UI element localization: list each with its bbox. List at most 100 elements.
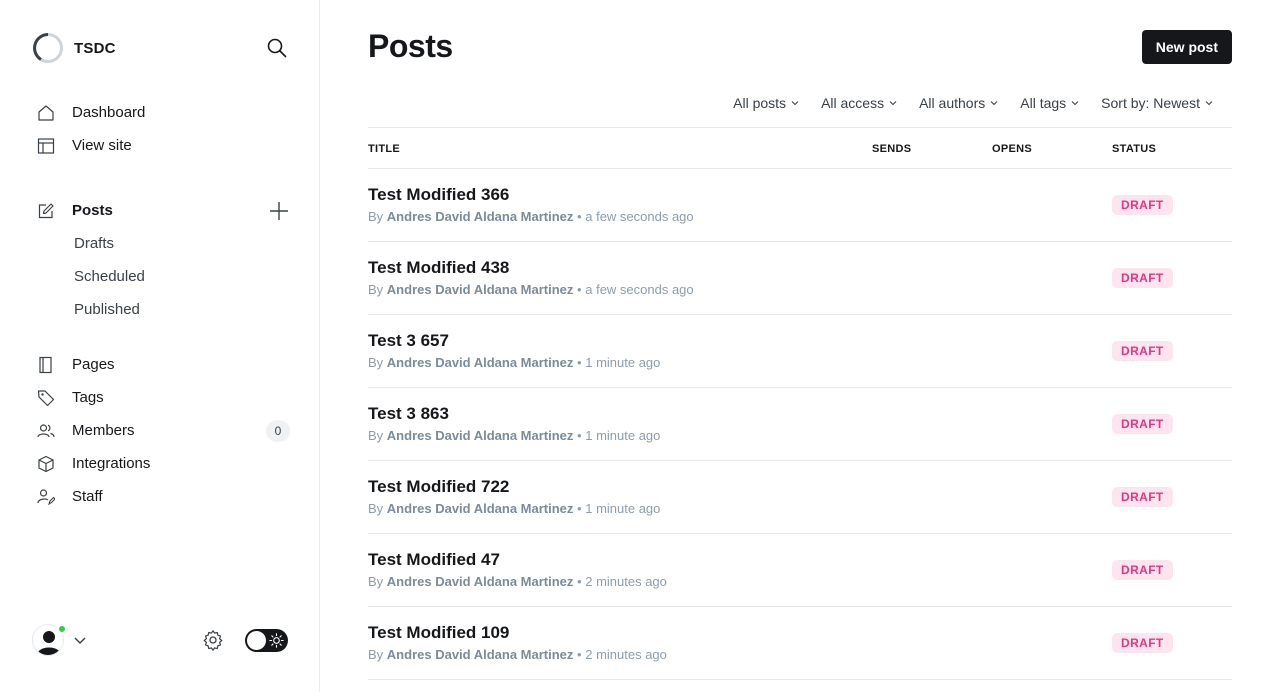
by-label: By <box>368 428 384 443</box>
post-title[interactable]: Test Modified 47 <box>368 550 500 570</box>
by-label: By <box>368 501 384 516</box>
sidebar-item-view-site[interactable]: View site <box>36 129 296 162</box>
column-header-status: STATUS <box>1112 143 1157 155</box>
new-post-button[interactable]: New post <box>1141 30 1232 64</box>
sun-icon <box>269 633 284 648</box>
table-row[interactable]: Test Modified 109 By Andres David Aldana … <box>368 607 1232 680</box>
page-title: Posts <box>368 28 453 64</box>
filter-label: All access <box>821 95 885 111</box>
post-author: Andres David Aldana Martinez <box>386 355 574 370</box>
toggle-knob <box>247 631 266 650</box>
layout-icon <box>36 136 56 156</box>
table-row[interactable]: Test Modified 47 By Andres David Aldana M… <box>368 534 1232 607</box>
sidebar-item-label: Dashboard <box>72 104 146 121</box>
post-title[interactable]: Test Modified 722 <box>368 477 509 497</box>
post-meta: By Andres David Aldana Martinez • a few … <box>368 282 694 297</box>
post-title[interactable]: Test 3 863 <box>368 404 449 424</box>
status-badge: DRAFT <box>1112 487 1173 507</box>
table-row[interactable]: Test Modified 438 By Andres David Aldana … <box>368 242 1232 315</box>
status-badge: DRAFT <box>1112 195 1173 215</box>
status-badge: DRAFT <box>1112 560 1173 580</box>
filter-authors-dropdown[interactable]: All authors <box>919 92 998 114</box>
filter-label: Sort by: Newest <box>1101 95 1200 111</box>
filter-label: All authors <box>919 95 986 111</box>
sidebar-item-staff[interactable]: Staff <box>36 480 296 513</box>
status-badge: DRAFT <box>1112 414 1173 434</box>
column-header-sends: SENDS <box>872 143 912 155</box>
members-count-badge: 0 <box>266 420 290 442</box>
post-time: a few seconds ago <box>585 282 694 297</box>
by-label: By <box>368 574 384 589</box>
table-row[interactable]: Test Modified 722 By Andres David Aldana … <box>368 461 1232 534</box>
chevron-down-icon <box>990 101 998 106</box>
post-title[interactable]: Test Modified 109 <box>368 623 509 643</box>
post-title[interactable]: Test Modified 366 <box>368 185 509 205</box>
sidebar-item-dashboard[interactable]: Dashboard <box>36 96 296 129</box>
chevron-down-icon[interactable] <box>73 633 87 647</box>
brand[interactable]: TSDC <box>32 32 116 64</box>
by-label: By <box>368 209 384 224</box>
chevron-down-icon <box>791 101 799 106</box>
post-time: 1 minute ago <box>585 355 661 370</box>
nav-top: Dashboard View site <box>36 96 296 162</box>
post-meta: By Andres David Aldana Martinez • a few … <box>368 209 694 224</box>
status-badge: DRAFT <box>1112 341 1173 361</box>
meta-separator: • <box>577 501 582 516</box>
post-title[interactable]: Test Modified 438 <box>368 258 509 278</box>
sidebar-subitem-published[interactable]: Published <box>36 293 296 326</box>
sidebar-item-pages[interactable]: Pages <box>36 348 296 381</box>
sidebar-item-tags[interactable]: Tags <box>36 381 296 414</box>
sidebar-item-members[interactable]: Members 0 <box>36 414 296 447</box>
filter-type-dropdown[interactable]: All posts <box>733 92 799 114</box>
sidebar-item-label: Staff <box>72 488 103 505</box>
sidebar: TSDC Dashboard View site Posts Drafts Sc… <box>0 0 320 692</box>
theme-toggle[interactable] <box>245 629 288 652</box>
table-row[interactable]: Test 3 657 By Andres David Aldana Martine… <box>368 315 1232 388</box>
site-name: TSDC <box>74 39 116 57</box>
post-meta: By Andres David Aldana Martinez • 2 minu… <box>368 647 667 662</box>
filter-access-dropdown[interactable]: All access <box>821 92 897 114</box>
post-time: 1 minute ago <box>585 428 661 443</box>
sidebar-item-posts[interactable]: Posts <box>36 194 296 227</box>
meta-separator: • <box>577 209 582 224</box>
by-label: By <box>368 355 384 370</box>
table-row[interactable]: Test 3 863 By Andres David Aldana Martine… <box>368 388 1232 461</box>
posts-table: TITLE SENDS OPENS STATUS Test Modified 3… <box>368 127 1232 680</box>
sidebar-subitem-drafts[interactable]: Drafts <box>36 227 296 260</box>
filter-bar: All posts All access All authors All tag… <box>711 92 1232 114</box>
meta-separator: • <box>577 428 582 443</box>
sidebar-item-label: Pages <box>72 356 115 373</box>
post-meta: By Andres David Aldana Martinez • 1 minu… <box>368 355 660 370</box>
post-author: Andres David Aldana Martinez <box>386 501 574 516</box>
sidebar-item-label: Integrations <box>72 455 151 472</box>
status-badge: DRAFT <box>1112 633 1173 653</box>
meta-separator: • <box>577 574 582 589</box>
table-row[interactable]: Test Modified 366 By Andres David Aldana … <box>368 169 1232 242</box>
search-icon[interactable] <box>265 36 289 60</box>
post-title[interactable]: Test 3 657 <box>368 331 449 351</box>
meta-separator: • <box>577 282 582 297</box>
table-header: TITLE SENDS OPENS STATUS <box>368 127 1232 169</box>
box-icon <box>36 454 56 474</box>
sort-dropdown[interactable]: Sort by: Newest <box>1101 92 1213 114</box>
table-body: Test Modified 366 By Andres David Aldana … <box>368 169 1232 680</box>
column-header-opens: OPENS <box>992 143 1033 155</box>
gear-icon[interactable] <box>202 629 224 651</box>
sidebar-item-integrations[interactable]: Integrations <box>36 447 296 480</box>
status-badge: DRAFT <box>1112 268 1173 288</box>
tag-icon <box>36 388 56 408</box>
post-author: Andres David Aldana Martinez <box>386 574 574 589</box>
post-time: 2 minutes ago <box>585 647 667 662</box>
by-label: By <box>368 647 384 662</box>
post-time: 2 minutes ago <box>585 574 667 589</box>
post-author: Andres David Aldana Martinez <box>386 209 574 224</box>
staff-icon <box>36 487 56 507</box>
filter-tags-dropdown[interactable]: All tags <box>1020 92 1079 114</box>
post-meta: By Andres David Aldana Martinez • 2 minu… <box>368 574 667 589</box>
members-icon <box>36 421 56 441</box>
edit-icon <box>36 201 56 221</box>
sidebar-subitem-scheduled[interactable]: Scheduled <box>36 260 296 293</box>
post-meta: By Andres David Aldana Martinez • 1 minu… <box>368 428 660 443</box>
plus-icon[interactable] <box>268 200 290 222</box>
sidebar-footer <box>32 620 290 660</box>
